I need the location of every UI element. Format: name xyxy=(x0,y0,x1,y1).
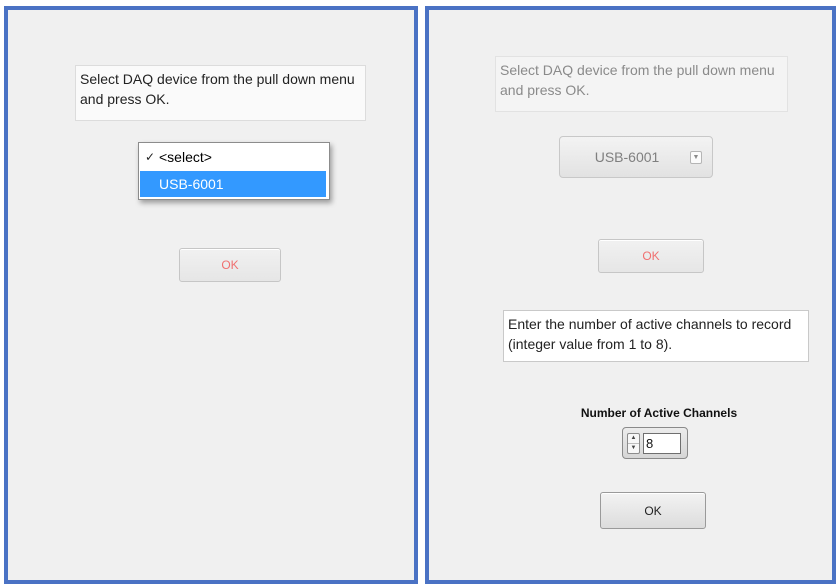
right-panel: Select DAQ device from the pull down men… xyxy=(425,6,836,584)
menu-item-label: <select> xyxy=(159,149,212,165)
ok-button-disabled[interactable]: OK xyxy=(179,248,281,282)
device-ok-button-disabled[interactable]: OK xyxy=(598,239,704,273)
menu-item-select[interactable]: ✓ <select> xyxy=(140,144,326,170)
channels-ok-button[interactable]: OK xyxy=(600,492,706,529)
ok-button-label: OK xyxy=(221,258,239,272)
stepper[interactable]: ▲ ▼ xyxy=(627,433,640,454)
ok-button-label: OK xyxy=(642,249,660,263)
decrement-icon[interactable]: ▼ xyxy=(628,444,639,453)
dropdown-arrow-icon[interactable]: ▼ xyxy=(690,151,702,164)
channels-numeric-control[interactable]: ▲ ▼ 8 xyxy=(622,427,688,459)
menu-item-usb-6001[interactable]: USB-6001 xyxy=(140,171,326,197)
increment-icon[interactable]: ▲ xyxy=(628,434,639,444)
device-instruction-text: Select DAQ device from the pull down men… xyxy=(495,56,788,112)
left-panel: Select DAQ device from the pull down men… xyxy=(4,6,418,584)
menu-item-label: USB-6001 xyxy=(159,176,224,192)
checkmark-icon: ✓ xyxy=(145,150,156,164)
ok-button-label: OK xyxy=(644,503,662,518)
channels-instruction-text: Enter the number of active channels to r… xyxy=(503,310,809,362)
device-dropdown-menu[interactable]: ✓ <select> USB-6001 xyxy=(138,142,330,200)
device-select-value: USB-6001 xyxy=(594,149,660,165)
device-instruction-text: Select DAQ device from the pull down men… xyxy=(75,65,366,121)
channels-input[interactable]: 8 xyxy=(643,433,681,454)
channels-label: Number of Active Channels xyxy=(580,406,738,420)
device-select-ring[interactable]: USB-6001 ▼ xyxy=(559,136,713,178)
